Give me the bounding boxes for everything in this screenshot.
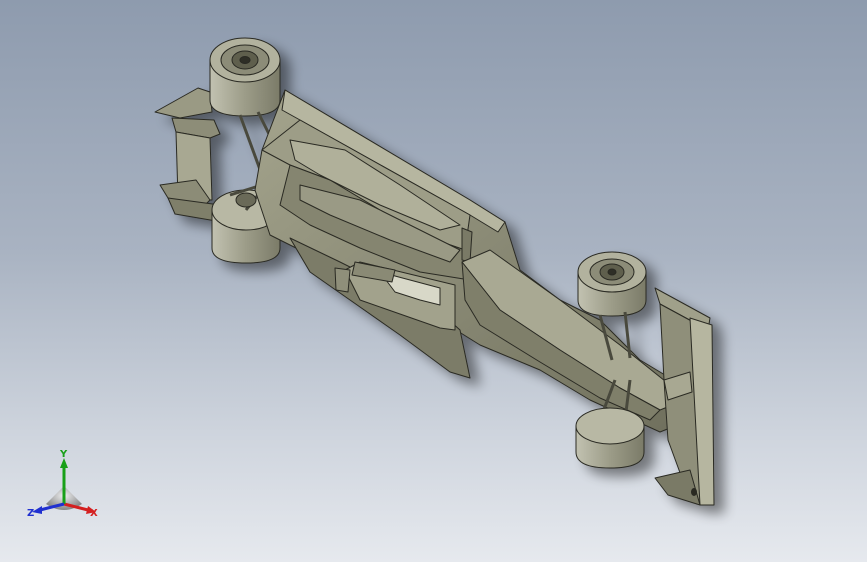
- front-right-tyre: [575, 407, 645, 469]
- rear-hub: [235, 192, 257, 208]
- z-axis-label: Z: [27, 508, 34, 519]
- x-axis-label: X: [90, 508, 98, 519]
- reference-triad[interactable]: X Y Z: [24, 446, 104, 526]
- rear-wing: [154, 87, 223, 223]
- graphics-viewport[interactable]: X Y Z: [0, 0, 867, 562]
- rear-left-tyre: [209, 37, 281, 117]
- f1-car-model[interactable]: [0, 0, 867, 562]
- y-axis-label: Y: [59, 449, 68, 460]
- front-left-tyre: [577, 251, 647, 317]
